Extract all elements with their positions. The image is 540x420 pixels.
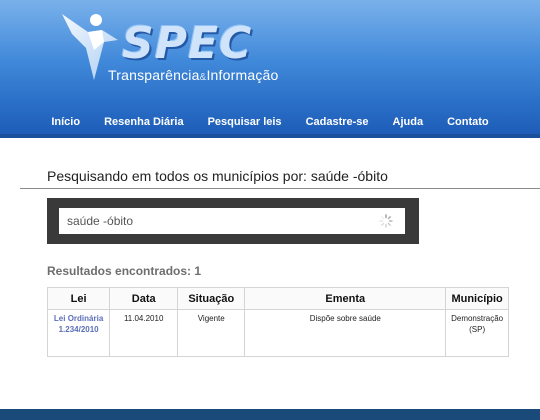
municipio-name: Demonstração: [451, 314, 504, 323]
cell-situacao: Vigente: [177, 309, 246, 357]
search-input[interactable]: [59, 208, 405, 234]
lei-number: 1.234/2010: [58, 325, 99, 334]
nav-item-pesquisar-leis[interactable]: Pesquisar leis: [208, 112, 282, 132]
municipio-state: (SP): [469, 325, 486, 334]
column-header-lei: Lei: [46, 287, 111, 310]
nav-item-resenha-diaria[interactable]: Resenha Diária: [104, 112, 183, 132]
section-divider: [20, 188, 540, 189]
search-box: [47, 198, 419, 244]
nav-item-contato[interactable]: Contato: [447, 112, 489, 132]
results-count: Resultados encontrados: 1: [47, 264, 202, 278]
header-bottom-border: [0, 134, 540, 138]
column-header-municipio: Município: [445, 287, 509, 310]
column-header-data: Data: [109, 287, 179, 310]
nav-item-cadastre-se[interactable]: Cadastre-se: [306, 112, 369, 132]
brand-name: SPEC: [122, 18, 253, 69]
tagline-part1: Transparência: [108, 67, 200, 83]
search-heading: Pesquisando em todos os municípios por: …: [47, 168, 388, 184]
site-header: SPEC Transparência&Informação Início Res…: [0, 0, 540, 138]
lei-link[interactable]: Lei Ordinária 1.234/2010: [54, 314, 103, 334]
brand-tagline: Transparência&Informação: [108, 67, 279, 83]
table-header-row: Lei Data Situação Ementa Município: [46, 287, 509, 310]
cell-lei: Lei Ordinária 1.234/2010: [46, 309, 111, 357]
tagline-part2: Informação: [206, 67, 279, 83]
loading-spinner-icon: [379, 214, 393, 228]
footer-bar: [0, 409, 540, 420]
nav-item-ajuda[interactable]: Ajuda: [393, 112, 424, 132]
search-query-text: saúde -óbito: [310, 168, 388, 184]
column-header-situacao: Situação: [177, 287, 246, 310]
search-heading-label: Pesquisando em todos os municípios por:: [47, 168, 307, 184]
cell-data: 11.04.2010: [109, 309, 179, 357]
main-nav: Início Resenha Diária Pesquisar leis Cad…: [0, 112, 540, 132]
cell-ementa: Dispõe sobre saúde: [244, 309, 447, 357]
nav-item-inicio[interactable]: Início: [51, 112, 80, 132]
cell-municipio: Demonstração (SP): [445, 309, 509, 357]
table-row: Lei Ordinária 1.234/2010 11.04.2010 Vigen…: [46, 309, 509, 357]
lei-type: Lei Ordinária: [53, 314, 104, 323]
column-header-ementa: Ementa: [244, 287, 447, 310]
results-table: Lei Data Situação Ementa Município Lei O…: [46, 287, 509, 357]
